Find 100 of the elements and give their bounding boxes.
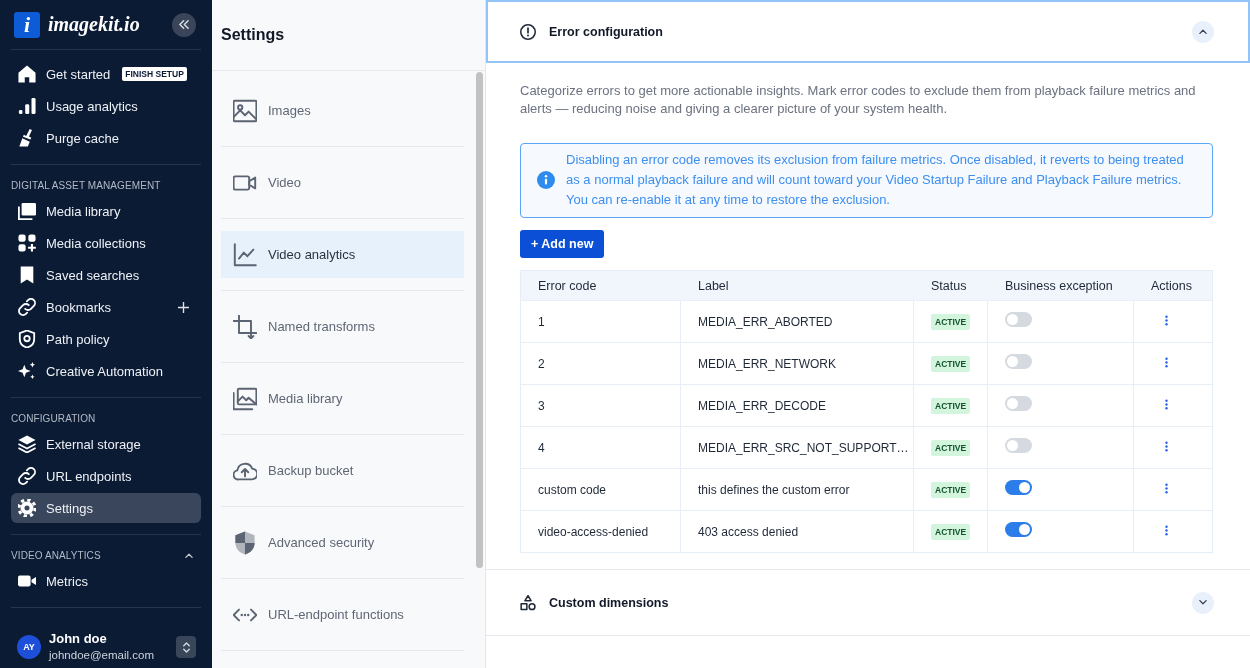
chevron-down-icon bbox=[1199, 600, 1207, 605]
image-stack-icon bbox=[18, 202, 36, 220]
kebab-menu-icon[interactable] bbox=[1165, 482, 1168, 494]
layers-icon bbox=[18, 435, 36, 453]
table-cell: 3 bbox=[521, 384, 681, 426]
house-icon bbox=[18, 65, 36, 83]
sidebar-item[interactable]: Usage analytics bbox=[11, 91, 201, 121]
toggle-switch[interactable] bbox=[1005, 354, 1032, 369]
avatar: AY bbox=[17, 635, 41, 659]
plus-icon[interactable] bbox=[178, 301, 189, 313]
sidebar-item[interactable]: Media collections bbox=[11, 228, 201, 258]
section-heading: VIDEO ANALYTICS bbox=[11, 549, 101, 561]
add-new-button[interactable]: + Add new bbox=[520, 230, 605, 258]
alert-circle-icon bbox=[520, 23, 536, 40]
kebab-menu-icon[interactable] bbox=[1165, 398, 1168, 410]
column-header: Actions bbox=[1134, 271, 1212, 300]
section-description: Categorize errors to get more actionable insights. Mark error codes to exclude them from playback failure metrics and alerts — reducing noise and giving a clearer picture of your system health. bbox=[520, 82, 1197, 118]
sidebar-item[interactable]: Get started FINISH SETUP bbox=[11, 59, 201, 89]
status-badge: ACTIVE bbox=[931, 355, 971, 372]
collapse-toggle-button[interactable] bbox=[1192, 20, 1214, 43]
table-cell: 2 bbox=[521, 342, 681, 384]
settings-nav-item[interactable]: Backup bucket bbox=[221, 447, 464, 494]
logo-mark: i bbox=[14, 11, 40, 38]
settings-nav-item[interactable]: Video bbox=[221, 159, 464, 206]
status-badge: ACTIVE bbox=[931, 523, 971, 540]
section-heading: DIGITAL ASSET MANAGEMENT bbox=[11, 179, 161, 191]
sidebar-item[interactable]: External storage bbox=[11, 429, 201, 459]
sidebar-item[interactable]: Path policy bbox=[11, 324, 201, 354]
link-icon bbox=[18, 467, 36, 485]
table-cell: 1 bbox=[521, 300, 681, 342]
status-badge: ACTIVE bbox=[931, 439, 971, 456]
collapse-toggle-button[interactable] bbox=[1192, 591, 1214, 614]
table-cell: this defines the custom error bbox=[681, 468, 914, 510]
status-badge: ACTIVE bbox=[931, 313, 971, 330]
link-icon bbox=[18, 298, 36, 316]
sidebar-item[interactable]: URL endpoints bbox=[11, 461, 201, 491]
account-menu-button[interactable] bbox=[176, 636, 196, 658]
settings-nav-item[interactable]: Advanced security bbox=[221, 519, 464, 566]
info-icon bbox=[537, 171, 555, 189]
settings-nav-item[interactable]: Images bbox=[221, 87, 464, 134]
toggle-switch[interactable] bbox=[1005, 438, 1032, 453]
shapes-icon bbox=[520, 594, 536, 611]
table-cell: custom code bbox=[521, 468, 681, 510]
collapse-sidebar-button[interactable] bbox=[172, 12, 196, 37]
section-header[interactable]: Custom dimensions bbox=[486, 569, 1250, 636]
user-name: John doe bbox=[49, 631, 108, 647]
kebab-menu-icon[interactable] bbox=[1165, 440, 1168, 452]
table-cell: MEDIA_ERR_DECODE bbox=[681, 384, 914, 426]
column-header: Status bbox=[914, 271, 988, 300]
up-down-chevron-icon bbox=[182, 641, 190, 653]
table-cell: MEDIA_ERR_NETWORK bbox=[681, 342, 914, 384]
crop-icon bbox=[233, 314, 257, 339]
caret-up-icon[interactable] bbox=[185, 552, 193, 558]
logo-text: imagekit.io bbox=[48, 13, 140, 36]
status-badge: ACTIVE bbox=[931, 397, 971, 414]
scrollbar-thumb[interactable] bbox=[476, 72, 483, 568]
sidebar-item[interactable]: Bookmarks bbox=[11, 292, 201, 322]
toggle-switch[interactable] bbox=[1005, 480, 1032, 495]
settings-nav-item[interactable]: Video analytics bbox=[221, 231, 464, 278]
sidebar-item[interactable]: Settings bbox=[11, 493, 201, 523]
status-badge: ACTIVE bbox=[931, 481, 971, 498]
section-title: Error configuration bbox=[549, 24, 663, 39]
notice-text: Disabling an error code removes its exclusion from failure metrics. Once disabled, it reverts to being treated as a normal playback failure and will count toward your Video Startup Failure and Playback Failure metrics. You can re-enable it at any time to restore the exclusion. bbox=[566, 151, 1185, 209]
double-chevron-icon bbox=[179, 20, 189, 29]
gear-icon bbox=[18, 499, 36, 517]
bookmark-icon bbox=[18, 266, 36, 284]
setup-badge: FINISH SETUP bbox=[122, 67, 187, 81]
settings-nav-item[interactable]: Media library bbox=[221, 375, 464, 422]
table-cell: MEDIA_ERR_ABORTED bbox=[681, 300, 914, 342]
settings-nav-item[interactable]: URL-endpoint functions bbox=[221, 591, 464, 638]
sidebar-item[interactable]: Saved searches bbox=[11, 260, 201, 290]
section-title: Custom dimensions bbox=[549, 595, 669, 610]
section-header[interactable]: Error configuration bbox=[486, 0, 1250, 63]
bar-chart-icon bbox=[18, 97, 36, 115]
toggle-switch[interactable] bbox=[1005, 396, 1032, 411]
sparkles-icon bbox=[18, 362, 36, 380]
chevron-up-icon bbox=[1199, 29, 1207, 34]
image-icon bbox=[233, 98, 257, 123]
sidebar-item[interactable]: Creative Automation bbox=[11, 356, 201, 386]
panel-title: Settings bbox=[221, 26, 285, 44]
user-email: johndoe@email.com bbox=[49, 648, 154, 663]
sidebar-item[interactable]: Media library bbox=[11, 196, 201, 226]
line-chart-icon bbox=[233, 242, 257, 267]
table-cell: 403 access denied bbox=[681, 510, 914, 552]
kebab-menu-icon[interactable] bbox=[1165, 356, 1168, 368]
toggle-switch[interactable] bbox=[1005, 522, 1032, 537]
column-header: Business exception bbox=[988, 271, 1134, 300]
column-header: Error code bbox=[521, 271, 681, 300]
table-cell: video-access-denied bbox=[521, 510, 681, 552]
image-stack-icon bbox=[233, 386, 257, 411]
sidebar-item[interactable]: Metrics bbox=[11, 566, 201, 596]
kebab-menu-icon[interactable] bbox=[1165, 524, 1168, 536]
grid-plus-icon bbox=[18, 234, 36, 252]
column-header: Label bbox=[681, 271, 914, 300]
settings-nav-item[interactable]: Named transforms bbox=[221, 303, 464, 350]
shield-icon bbox=[233, 530, 257, 555]
toggle-switch[interactable] bbox=[1005, 312, 1032, 327]
shield-icon bbox=[18, 330, 36, 348]
sidebar-item[interactable]: Purge cache bbox=[11, 123, 201, 153]
kebab-menu-icon[interactable] bbox=[1165, 314, 1168, 326]
